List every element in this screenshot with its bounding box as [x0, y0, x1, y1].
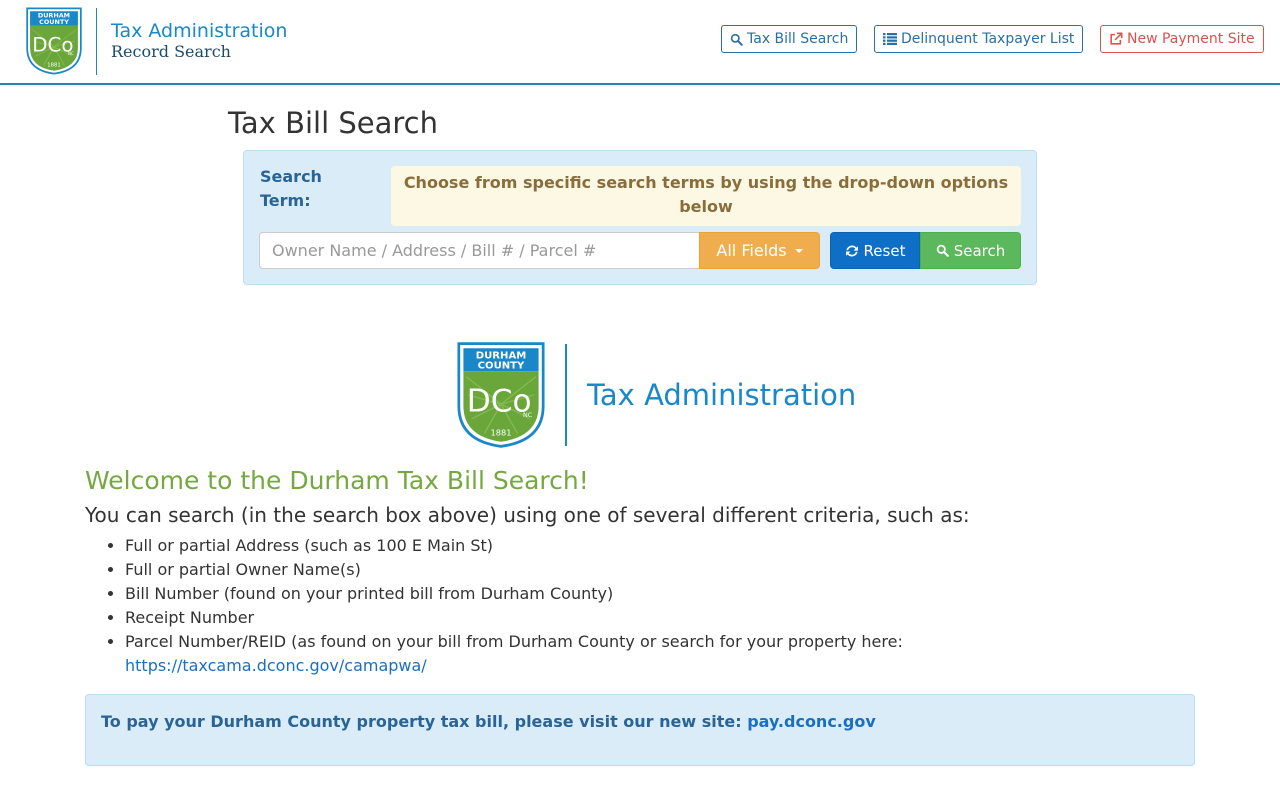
pay-site-link[interactable]: pay.dconc.gov: [747, 712, 876, 731]
durham-county-seal-icon: DURHAM COUNTY DCo NC 1881: [457, 342, 545, 448]
reset-button[interactable]: Reset: [830, 232, 920, 269]
brand-divider: [96, 7, 97, 75]
nav-tax-bill-search-label: Tax Bill Search: [747, 31, 849, 47]
search-button[interactable]: Search: [920, 232, 1021, 269]
brand-home-link[interactable]: DURHAM COUNTY DCo NC 1881 Tax Administra…: [24, 6, 287, 76]
seal-monogram: DCo: [467, 384, 532, 420]
search-panel: Search Term: Choose from specific search…: [243, 150, 1037, 285]
logo-year: 1881: [47, 63, 60, 69]
criteria-item-owner-name: Full or partial Owner Name(s): [125, 558, 1125, 582]
external-link-icon: [1110, 32, 1123, 45]
criteria-item-address: Full or partial Address (such as 100 E M…: [125, 534, 1125, 558]
brand-subtitle: Record Search: [111, 42, 231, 61]
search-term-label: Search Term:: [260, 167, 322, 210]
search-icon: [730, 33, 743, 46]
nav-tax-bill-search-button[interactable]: Tax Bill Search: [721, 25, 858, 53]
all-fields-dropdown-button[interactable]: All Fields: [699, 232, 820, 269]
search-button-label: Search: [953, 241, 1006, 260]
seal-text-county: COUNTY: [478, 360, 525, 371]
search-criteria-list: Full or partial Address (such as 100 E M…: [85, 534, 1125, 678]
welcome-title: Welcome to the Durham Tax Bill Search!: [85, 466, 589, 495]
search-icon: [936, 244, 949, 257]
logo-text-county: COUNTY: [39, 18, 69, 26]
logo-state: NC: [68, 51, 74, 56]
all-fields-dropdown-label: All Fields: [716, 241, 787, 260]
nav-new-payment-site-label: New Payment Site: [1127, 31, 1255, 47]
site-header: DURHAM COUNTY DCo NC 1881 Tax Administra…: [0, 0, 1280, 85]
search-hint-alert: Choose from specific search terms by usi…: [391, 166, 1021, 226]
brand-title: Tax Administration: [111, 20, 288, 42]
welcome-intro: You can search (in the search box above)…: [85, 503, 970, 527]
reset-button-label: Reset: [863, 241, 906, 260]
refresh-icon: [845, 245, 858, 256]
criteria-item-receipt-number: Receipt Number: [125, 606, 1125, 630]
tax-administration-logo: DURHAM COUNTY DCo NC 1881 Tax Administra…: [455, 340, 856, 450]
logo-monogram: DCo: [32, 34, 73, 57]
center-logo-title: Tax Administration: [587, 378, 857, 412]
criteria-item-parcel-number: Parcel Number/REID (as found on your bil…: [125, 630, 1125, 678]
search-input[interactable]: [259, 232, 699, 269]
list-icon: [883, 33, 897, 45]
pay-info-alert: To pay your Durham County property tax b…: [85, 694, 1195, 766]
parcel-search-link[interactable]: https://taxcama.dconc.gov/camapwa/: [125, 656, 427, 675]
durham-county-logo: DURHAM COUNTY DCo NC 1881: [26, 7, 82, 75]
nav-delinquent-taxpayer-list-button[interactable]: Delinquent Taxpayer List: [874, 25, 1084, 53]
seal-state: NC: [523, 411, 533, 419]
criteria-item-parcel-text: Parcel Number/REID (as found on your bil…: [125, 632, 903, 651]
seal-year: 1881: [491, 427, 512, 437]
nav-delinquent-taxpayer-list-label: Delinquent Taxpayer List: [901, 31, 1075, 47]
caret-down-icon: [794, 248, 803, 253]
nav-new-payment-site-button[interactable]: New Payment Site: [1100, 25, 1264, 53]
criteria-item-bill-number: Bill Number (found on your printed bill …: [125, 582, 1125, 606]
center-logo-divider: [565, 344, 567, 446]
brand-text: Tax Administration Record Search: [111, 22, 287, 60]
page-title: Tax Bill Search: [228, 106, 438, 140]
pay-info-text: To pay your Durham County property tax b…: [101, 712, 742, 731]
